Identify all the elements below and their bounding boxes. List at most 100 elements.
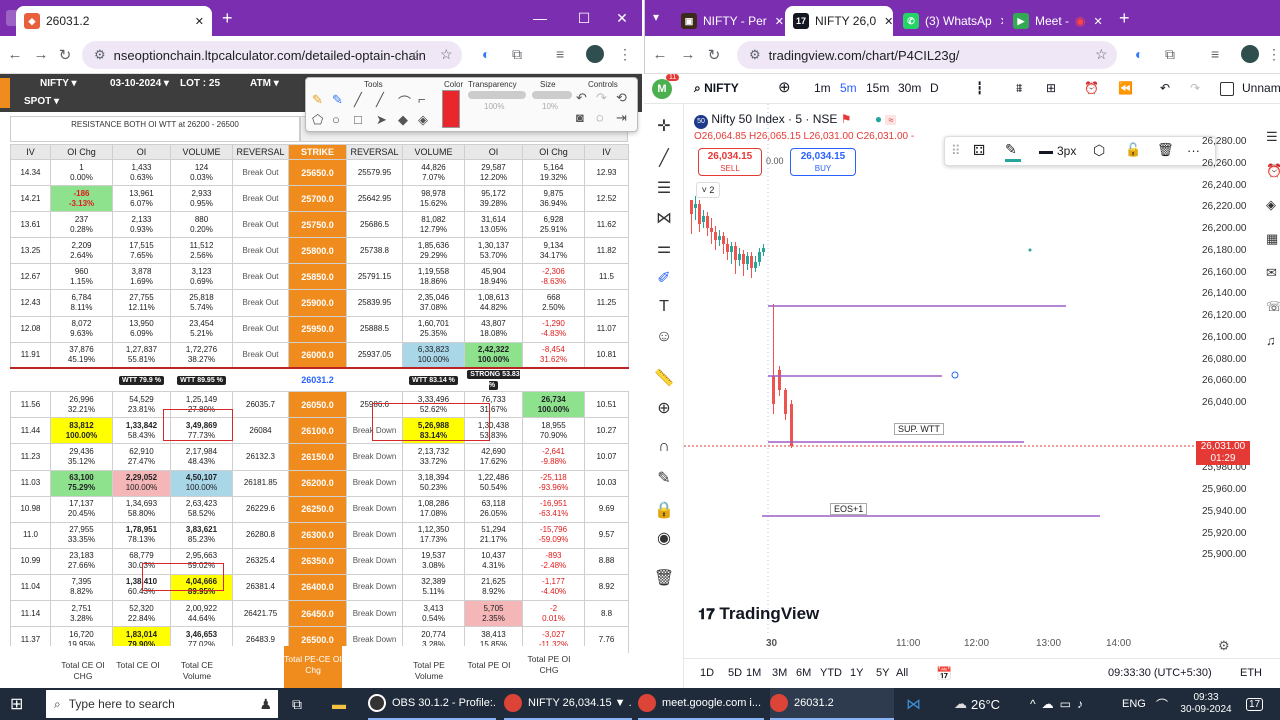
- compare-icon[interactable]: ⊕: [778, 78, 791, 96]
- tf-1m[interactable]: 1m: [814, 81, 831, 95]
- sup-wtt-label[interactable]: SUP. WTT: [894, 423, 944, 435]
- layers-icon[interactable]: ◈: [1266, 188, 1280, 222]
- tab-option-chain[interactable]: ◆ 26031.2 ✕: [16, 6, 212, 36]
- cursor-icon[interactable]: ➤: [376, 112, 387, 128]
- goto-date-icon[interactable]: 📅: [936, 666, 952, 682]
- layout-name[interactable]: Unnam: [1242, 81, 1280, 95]
- close-tab-icon[interactable]: ✕: [187, 15, 204, 28]
- alerts-icon[interactable]: ⏰: [1266, 154, 1280, 188]
- close-tab-icon[interactable]: ✕: [992, 15, 1003, 28]
- forward-icon[interactable]: →: [677, 46, 699, 63]
- url-field[interactable]: ⚙ tradingview.com/chart/P4CIL23g/: [737, 41, 1117, 69]
- text-icon[interactable]: T: [652, 298, 676, 316]
- candle-type-icon[interactable]: ┇: [976, 81, 983, 95]
- magnet-icon[interactable]: ∩: [652, 438, 676, 456]
- taskbar-app-chrome-oc[interactable]: 26031.2: [770, 688, 894, 720]
- back-icon[interactable]: ←: [649, 46, 671, 63]
- reload-icon[interactable]: ↻: [54, 46, 76, 64]
- size-slider[interactable]: [532, 91, 572, 99]
- taskbar-app-obs[interactable]: OBS 30.1.2 - Profile:...: [368, 688, 496, 720]
- forecast-icon[interactable]: ⚌: [652, 238, 676, 258]
- alert-icon[interactable]: ⏰: [1084, 81, 1099, 95]
- zoom-icon[interactable]: ⌕: [412, 46, 420, 63]
- fib-icon[interactable]: ☰: [652, 178, 676, 198]
- watchlist-icon[interactable]: ☰: [1266, 120, 1280, 154]
- language-indicator[interactable]: ENG: [1122, 688, 1146, 720]
- menu-dots-icon[interactable]: ⋮: [618, 46, 632, 63]
- clock[interactable]: 09:33 30-09-2024: [1180, 688, 1232, 720]
- pentagon-icon[interactable]: ⬠: [312, 112, 323, 128]
- axis-settings-icon[interactable]: ⚙: [1218, 638, 1230, 654]
- calendar-icon[interactable]: ▦: [1266, 222, 1280, 256]
- eye-icon[interactable]: ◉: [652, 528, 676, 548]
- range-button[interactable]: 5Y: [876, 667, 889, 679]
- notes-icon[interactable]: ✉: [1266, 256, 1280, 290]
- eos-label[interactable]: EOS+1: [830, 503, 868, 515]
- close-tab-icon[interactable]: ✕: [767, 15, 783, 28]
- indicators-icon[interactable]: ⩩: [1016, 81, 1022, 96]
- range-button[interactable]: 6M: [796, 667, 811, 679]
- tab-whatsapp[interactable]: ✆(3) WhatsAp✕: [895, 6, 1003, 36]
- undo-icon[interactable]: ↶: [1160, 81, 1170, 95]
- tf-30m[interactable]: 30m: [898, 81, 921, 95]
- lock-drawing-icon[interactable]: ✎: [652, 468, 676, 488]
- pattern-icon[interactable]: ⋈: [652, 208, 676, 228]
- tab-tradingview[interactable]: 17 NIFTY 26,0 ✕: [785, 6, 893, 36]
- url-field[interactable]: ⚙ nseoptionchain.ltpcalculator.com/detai…: [82, 41, 462, 69]
- range-button[interactable]: 3M: [772, 667, 787, 679]
- extension-icon[interactable]: ◐: [482, 46, 490, 62]
- lock-icon[interactable]: 🔒: [652, 500, 676, 520]
- session-label[interactable]: ETH: [1240, 667, 1262, 679]
- vscode-icon[interactable]: ⋈: [906, 688, 921, 720]
- close-tab-icon[interactable]: ✕: [876, 15, 893, 28]
- circle-icon[interactable]: ○: [332, 112, 340, 127]
- tf-5m[interactable]: 5m: [840, 81, 857, 95]
- taskbar-search[interactable]: ⌕ Type here to search ♟: [46, 690, 278, 718]
- eraser-icon[interactable]: ◆: [398, 112, 408, 128]
- tray-icons[interactable]: ^☁▭♪: [1030, 688, 1089, 720]
- profile-avatar[interactable]: [586, 45, 604, 63]
- minimize-icon[interactable]: —: [518, 6, 562, 30]
- network-icon[interactable]: ⌒: [1156, 688, 1168, 720]
- clear-icon[interactable]: ⟲: [616, 90, 627, 106]
- extensions-puzzle-icon[interactable]: ⧉: [512, 46, 522, 63]
- bookmark-star-icon[interactable]: ☆: [440, 46, 453, 63]
- range-button[interactable]: 1M: [746, 667, 761, 679]
- clock-readout[interactable]: 09:33:30 (UTC+5:30): [1108, 667, 1212, 679]
- color-swatch[interactable]: [442, 90, 460, 128]
- crosshair-icon[interactable]: ✛: [652, 116, 676, 136]
- notification-icon[interactable]: 17: [1246, 688, 1264, 720]
- time-axis[interactable]: 30 11:00 12:00 13:00 14:00: [684, 636, 1194, 656]
- site-info-icon[interactable]: ⚙: [94, 47, 106, 63]
- extensions-puzzle-icon[interactable]: ⧉: [1165, 46, 1175, 63]
- exit-icon[interactable]: ⇥: [616, 110, 627, 126]
- tab-meet[interactable]: ▶ Meet - ◉ ✕: [1005, 6, 1105, 36]
- emoji-icon[interactable]: ☺: [652, 328, 676, 346]
- tv-avatar[interactable]: M: [652, 79, 672, 99]
- weather-widget[interactable]: ☁ 26°C: [954, 688, 1000, 720]
- menu-dots-icon[interactable]: ⋮: [1267, 46, 1280, 63]
- ruler-icon[interactable]: 📏: [652, 368, 676, 388]
- start-icon[interactable]: ⊞: [10, 688, 23, 720]
- price-chart[interactable]: [684, 104, 1194, 636]
- brush-icon[interactable]: ✐: [652, 268, 676, 288]
- curve-icon[interactable]: ⌒: [398, 92, 411, 111]
- taskbar-app-chrome-nifty[interactable]: NIFTY 26,034.15 ▼ ...: [504, 688, 632, 720]
- line-handle[interactable]: [951, 371, 959, 379]
- step-icon[interactable]: ⌐: [418, 92, 426, 107]
- arrow-line-icon[interactable]: ╱: [376, 92, 384, 108]
- forward-icon[interactable]: →: [30, 46, 52, 63]
- close-tab-icon[interactable]: ✕: [1086, 15, 1103, 28]
- trash-icon[interactable]: 🗑: [652, 568, 676, 588]
- extension-icon[interactable]: ◐: [1135, 46, 1143, 62]
- task-view-icon[interactable]: ⧉: [292, 688, 302, 720]
- trend-line-icon[interactable]: ╱: [652, 148, 676, 168]
- transparency-slider[interactable]: [468, 91, 526, 99]
- replay-icon[interactable]: ⏪: [1118, 81, 1133, 95]
- tab-search-icon[interactable]: ▾: [653, 10, 659, 24]
- range-button[interactable]: 1Y: [850, 667, 863, 679]
- file-explorer-icon[interactable]: ▬: [332, 688, 346, 720]
- expiry-select[interactable]: 03-10-2024 ▾: [110, 78, 169, 89]
- line-icon[interactable]: ╱: [354, 92, 362, 108]
- taskbar-app-meet[interactable]: meet.google.com i...: [638, 688, 764, 720]
